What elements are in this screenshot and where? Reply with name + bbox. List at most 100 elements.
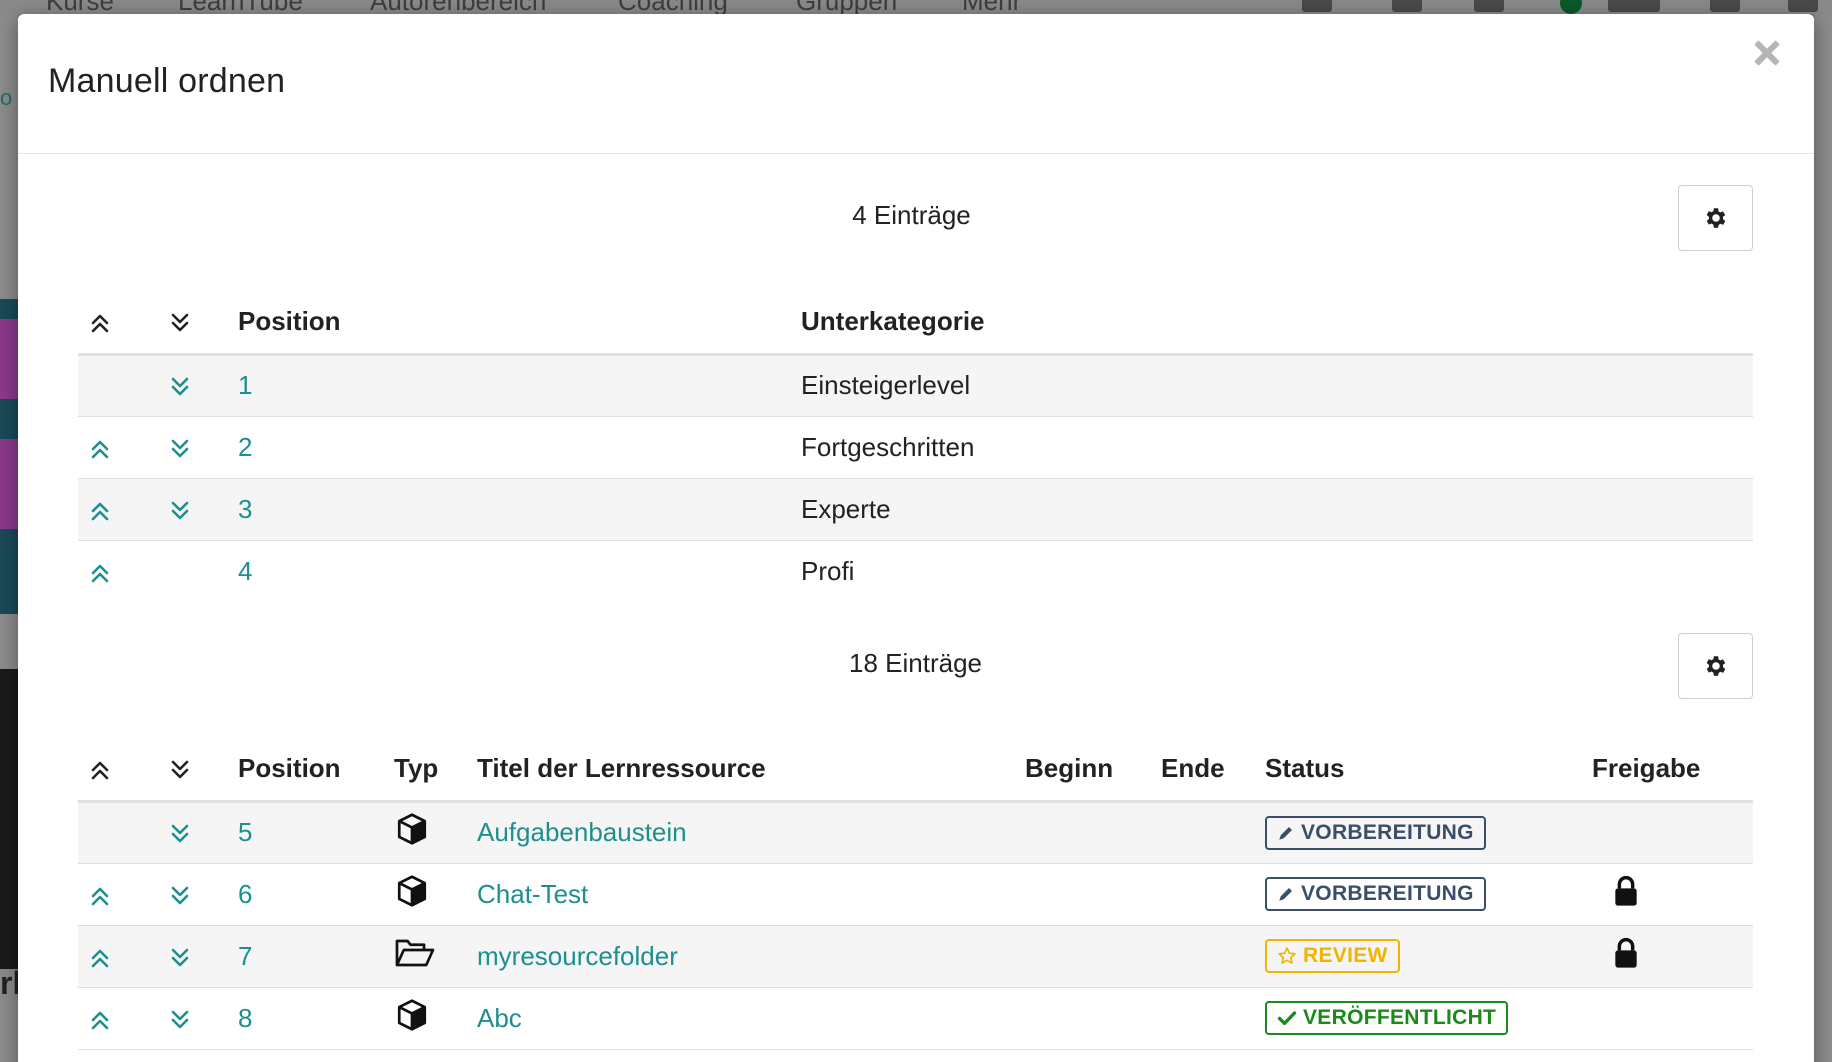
release-cell bbox=[1592, 987, 1753, 1050]
modal-header: Manuell ordnen bbox=[18, 14, 1814, 154]
double-chevron-down-icon[interactable] bbox=[168, 499, 192, 523]
resource-title-link[interactable]: myresourcefolder bbox=[477, 941, 678, 971]
status-header[interactable]: Status bbox=[1265, 737, 1592, 803]
double-chevron-up-icon[interactable] bbox=[88, 946, 112, 970]
table-row: 4 Profi bbox=[78, 540, 1753, 602]
title-header[interactable]: Titel der Lernressource bbox=[477, 737, 1025, 803]
move-down-cell bbox=[158, 925, 238, 988]
folder-open-icon bbox=[395, 939, 435, 966]
cube-icon bbox=[397, 998, 427, 1031]
close-icon[interactable] bbox=[1748, 34, 1784, 70]
bg-teaser-image-dark bbox=[0, 669, 18, 969]
double-chevron-down-icon[interactable] bbox=[168, 822, 192, 846]
gear-icon bbox=[1706, 208, 1725, 228]
begin-header[interactable]: Beginn bbox=[1025, 737, 1161, 803]
background-top-nav: Kurse LearnTube Autorenbereich Coaching … bbox=[0, 0, 1832, 14]
sort-down-header[interactable] bbox=[158, 737, 238, 803]
status-label: REVIEW bbox=[1303, 944, 1388, 967]
move-down-cell bbox=[158, 863, 238, 926]
double-chevron-up-icon[interactable] bbox=[88, 884, 112, 908]
resource-title-link[interactable]: Abc bbox=[477, 1003, 522, 1033]
position-link[interactable]: 8 bbox=[238, 1003, 252, 1033]
subcategory-name: Einsteigerlevel bbox=[801, 354, 1753, 417]
table-row: 7 myresourcefolder REVIEW bbox=[78, 925, 1753, 988]
double-chevron-up-icon bbox=[91, 761, 109, 780]
position-link[interactable]: 5 bbox=[238, 817, 252, 847]
position-link[interactable]: 7 bbox=[238, 941, 252, 971]
double-chevron-up-icon bbox=[91, 314, 109, 333]
status-badge: REVIEW bbox=[1265, 939, 1400, 973]
end-header[interactable]: Ende bbox=[1161, 737, 1265, 803]
double-chevron-down-icon[interactable] bbox=[168, 946, 192, 970]
move-up-cell bbox=[78, 987, 158, 1050]
move-down-cell bbox=[158, 540, 238, 602]
move-down-cell bbox=[158, 478, 238, 541]
begin-cell bbox=[1025, 863, 1161, 926]
position-link[interactable]: 3 bbox=[238, 494, 252, 524]
status-label: VERÖFFENTLICHT bbox=[1303, 1006, 1497, 1029]
bg-nav-item: Kurse bbox=[46, 0, 114, 14]
sort-up-header[interactable] bbox=[78, 290, 158, 356]
table-row: 3 Experte bbox=[78, 478, 1753, 541]
subcategory-name: Fortgeschritten bbox=[801, 416, 1753, 479]
position-link[interactable]: 4 bbox=[238, 556, 252, 586]
resources-count: 18 Einträge bbox=[849, 648, 982, 678]
double-chevron-up-icon[interactable] bbox=[88, 561, 112, 585]
move-up-cell bbox=[78, 354, 158, 417]
status-label: VORBEREITUNG bbox=[1301, 882, 1474, 905]
resource-title-link[interactable]: Aufgabenbaustein bbox=[477, 817, 687, 847]
double-chevron-down-icon[interactable] bbox=[168, 1008, 192, 1032]
background-right-panel bbox=[1814, 14, 1832, 1062]
bg-counter-icon bbox=[1608, 0, 1660, 12]
table-row: 2 Fortgeschritten bbox=[78, 416, 1753, 479]
modal-title: Manuell ordnen bbox=[48, 62, 286, 100]
lock-icon bbox=[1615, 937, 1637, 968]
move-up-cell bbox=[78, 540, 158, 602]
subcategory-header[interactable]: Unterkategorie bbox=[801, 290, 1753, 356]
move-up-cell bbox=[78, 801, 158, 864]
cube-icon bbox=[397, 874, 427, 907]
table-row: 6 Chat-Test VORBEREITUNG bbox=[78, 863, 1753, 926]
resource-title-link[interactable]: Chat-Test bbox=[477, 879, 588, 909]
subcategory-name: Profi bbox=[801, 555, 855, 586]
bg-help-icon bbox=[1710, 0, 1740, 12]
move-down-cell bbox=[158, 801, 238, 864]
move-down-cell bbox=[158, 416, 238, 479]
resources-table: Position Typ Titel der Lernressource Beg… bbox=[78, 737, 1753, 1050]
release-header[interactable]: Freigabe bbox=[1592, 737, 1753, 803]
double-chevron-down-icon[interactable] bbox=[168, 375, 192, 399]
double-chevron-down-icon[interactable] bbox=[168, 884, 192, 908]
move-up-cell bbox=[78, 925, 158, 988]
double-chevron-down-icon bbox=[171, 313, 189, 332]
resources-settings-button[interactable] bbox=[1678, 633, 1753, 699]
sort-down-header[interactable] bbox=[158, 290, 238, 356]
begin-cell bbox=[1025, 801, 1161, 864]
move-up-cell bbox=[78, 416, 158, 479]
position-link[interactable]: 1 bbox=[238, 370, 252, 400]
begin-cell bbox=[1025, 987, 1161, 1050]
bg-nav-item: Mehr bbox=[962, 0, 1021, 14]
bg-nav-item: LearnTube bbox=[178, 0, 303, 14]
subcategory-name: Experte bbox=[801, 478, 1753, 541]
end-cell bbox=[1161, 863, 1265, 926]
sort-up-header[interactable] bbox=[78, 737, 158, 803]
categories-count: 4 Einträge bbox=[852, 200, 971, 230]
categories-settings-button[interactable] bbox=[1678, 185, 1753, 251]
position-link[interactable]: 2 bbox=[238, 432, 252, 462]
pencil-icon bbox=[1279, 888, 1292, 901]
double-chevron-up-icon[interactable] bbox=[88, 437, 112, 461]
position-header[interactable]: Position bbox=[238, 290, 801, 356]
double-chevron-up-icon[interactable] bbox=[88, 499, 112, 523]
bg-nav-item: Coaching bbox=[618, 0, 728, 14]
check-icon bbox=[1277, 1011, 1297, 1026]
bg-calendar-icon bbox=[1302, 0, 1332, 12]
cube-icon bbox=[397, 813, 427, 845]
double-chevron-down-icon[interactable] bbox=[168, 437, 192, 461]
pencil-icon bbox=[1279, 826, 1292, 840]
type-header[interactable]: Typ bbox=[394, 737, 477, 803]
bg-teaser-image bbox=[0, 299, 18, 614]
position-header[interactable]: Position bbox=[238, 737, 394, 803]
position-link[interactable]: 6 bbox=[238, 879, 252, 909]
star-icon bbox=[1278, 947, 1296, 964]
double-chevron-up-icon[interactable] bbox=[88, 1008, 112, 1032]
